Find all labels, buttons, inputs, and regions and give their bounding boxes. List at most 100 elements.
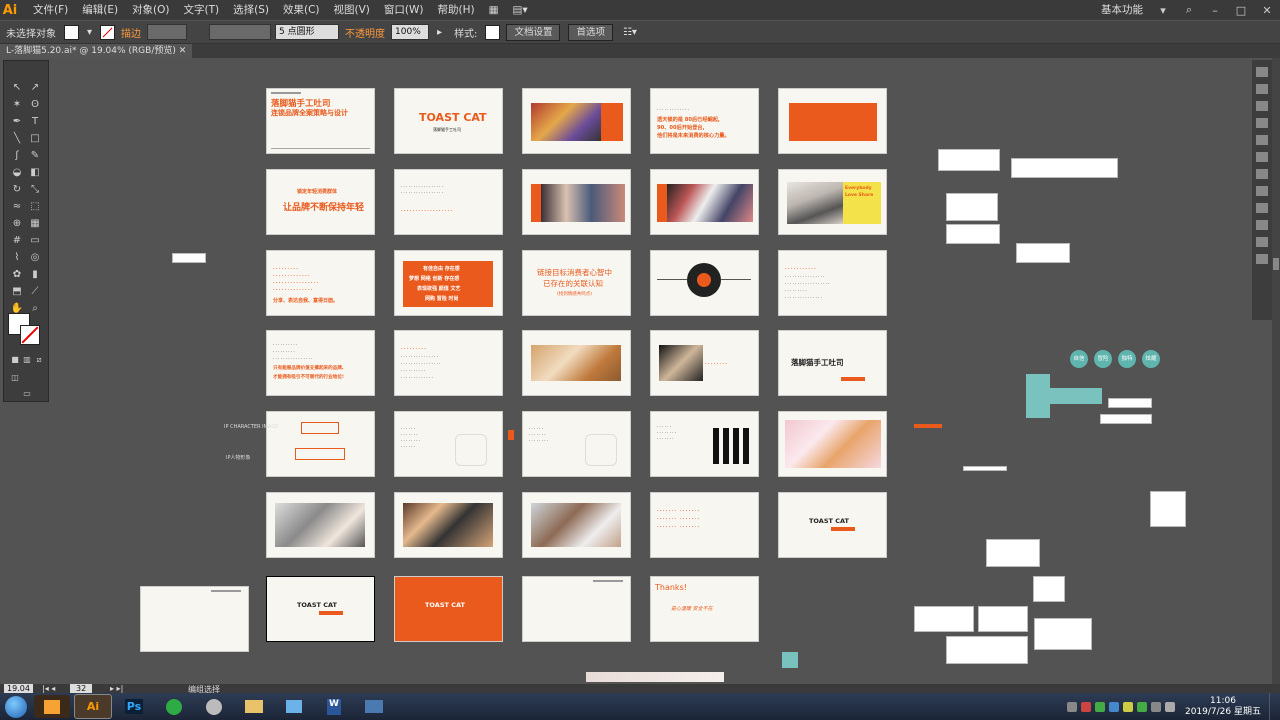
workspace-switcher[interactable]: 基本功能 (1094, 0, 1150, 20)
symbols-panel-icon[interactable] (1256, 135, 1268, 145)
artboard-35[interactable]: Thanks! 是心温暖 安全不在 (650, 576, 759, 642)
sticky-note[interactable] (1100, 414, 1152, 424)
graph-tool-icon[interactable]: ▮ (28, 268, 42, 282)
graphic-style-swatch[interactable] (485, 24, 501, 40)
line-tool-icon[interactable]: ╲ (10, 132, 24, 146)
zoom-tool-icon[interactable]: ⌕ (28, 302, 42, 316)
sticky-note[interactable] (1108, 398, 1152, 408)
arrange-documents-icon[interactable]: ▤▾ (506, 0, 535, 20)
sticky-note[interactable] (1033, 576, 1065, 602)
tray-icon[interactable] (1108, 701, 1119, 712)
selection-tool-icon[interactable]: ↖ (10, 81, 24, 95)
sticky-note[interactable] (1011, 158, 1118, 178)
artboard-13[interactable]: 链接目标消费者心智中 已存在的关联认知 (找到情感共鸣点) (522, 250, 631, 316)
sticky-note[interactable] (172, 253, 206, 263)
bridge-icon[interactable]: ▦ (482, 0, 506, 20)
tray-icon[interactable] (1066, 701, 1077, 712)
artboard-9[interactable] (650, 169, 759, 235)
lasso-tool-icon[interactable]: ʘ (28, 98, 42, 112)
stroke-swatch[interactable] (100, 24, 116, 40)
direct-selection-tool-icon[interactable]: ↗ (28, 81, 42, 95)
artboard-11[interactable]: · · · · · · · · · · · · · · · · · · · · ·… (266, 250, 375, 316)
gradient-tool-icon[interactable]: ▭ (28, 234, 42, 248)
workspace-dropdown-icon[interactable]: ▾ (1150, 0, 1176, 20)
stroke-label[interactable]: 描边 (117, 25, 145, 40)
artboard-3[interactable] (522, 88, 631, 154)
artboard-14[interactable] (650, 250, 759, 316)
menu-effect[interactable]: 效果(C) (276, 0, 327, 20)
slice-tool-icon[interactable]: ⟋ (28, 285, 42, 299)
brushes-panel-icon[interactable] (1256, 118, 1268, 128)
blend-tool-icon[interactable]: ◎ (28, 251, 42, 265)
clock[interactable]: 11:06 2019/7/26 星期五 (1177, 696, 1269, 718)
menu-type[interactable]: 文字(T) (177, 0, 227, 20)
artboard-31[interactable] (140, 586, 249, 652)
opacity-field[interactable]: 100% (391, 24, 430, 40)
graphic-styles-icon[interactable] (1256, 220, 1268, 230)
sticky-note[interactable] (986, 539, 1040, 567)
zoom-level[interactable]: 19.04 (4, 684, 33, 693)
shape-builder-icon[interactable]: ⊕ (10, 217, 24, 231)
gradient-panel-icon[interactable] (1256, 169, 1268, 179)
tray-icon[interactable] (1080, 701, 1091, 712)
artboard-15[interactable]: · · · · · · · · · · · · · · · · · · · · … (778, 250, 887, 316)
sticky-note[interactable] (1016, 243, 1070, 263)
variable-width-profile[interactable] (209, 24, 272, 40)
mesh-tool-icon[interactable]: # (10, 234, 24, 248)
eyedropper-icon[interactable]: ⌇ (10, 251, 24, 265)
artboard-28[interactable] (522, 492, 631, 558)
artboard-17[interactable]: · · · · · · · · · · · · · · · · · · · · … (394, 330, 503, 396)
artboard-partial[interactable] (586, 672, 724, 682)
artboard-nav-next-icon[interactable]: ▸ ▸| (110, 684, 123, 693)
show-desktop-button[interactable] (1269, 693, 1280, 720)
artboard-4[interactable]: · · · · · · · · · · · · · 透天锁的是 80后已经崛起,… (650, 88, 759, 154)
tray-icon[interactable] (1094, 701, 1105, 712)
artboard-19[interactable]: · · · · · · · · (650, 330, 759, 396)
stroke-weight-field[interactable] (147, 24, 188, 40)
preferences-button[interactable]: 首选项 (568, 23, 613, 41)
rectangle-tool-icon[interactable]: □ (28, 132, 42, 146)
fill-dropdown-icon[interactable]: ▾ (81, 27, 98, 38)
artboard-22[interactable]: · · · · · · · · · · · · · · · · · · · · · ·… (394, 411, 503, 477)
canvas[interactable]: 落脚猫手工吐司 连锁品牌全案策略与设计 TOAST CAT 落脚猫手工吐司 · … (48, 58, 1244, 684)
artboard-32[interactable]: TOAST CAT (266, 576, 375, 642)
menu-edit[interactable]: 编辑(E) (75, 0, 125, 20)
sticky-note[interactable] (946, 193, 998, 221)
artboards-panel-icon[interactable] (1256, 254, 1268, 264)
color-panel-icon[interactable] (1256, 67, 1268, 77)
taskbar-app-blue[interactable] (276, 695, 312, 718)
taskbar-app-circle[interactable] (196, 695, 232, 718)
layers-panel-icon[interactable] (1256, 237, 1268, 247)
paintbrush-icon[interactable]: ʃ (10, 149, 24, 163)
artboard-21[interactable] (266, 411, 375, 477)
screen-mode-icon[interactable]: ▭ (20, 387, 34, 401)
taskbar-browser[interactable] (156, 695, 192, 718)
taskbar-explorer[interactable] (236, 695, 272, 718)
opacity-label[interactable]: 不透明度 (341, 25, 389, 40)
type-tool-icon[interactable]: T (28, 115, 42, 129)
artboard-nav-icon[interactable]: |◂ ◂ (42, 684, 55, 693)
panel-menu-icon[interactable]: ☷▾ (617, 27, 643, 38)
taskbar-word[interactable]: W (316, 695, 352, 718)
eraser-tool-icon[interactable]: ◧ (28, 166, 42, 180)
artboard-6[interactable]: 锁定年轻消费群体 让品牌不断保持年轻 (266, 169, 375, 235)
artboard-16[interactable]: · · · · · · · · · · · · · · · · · · · · · … (266, 330, 375, 396)
menu-help[interactable]: 帮助(H) (431, 0, 482, 20)
artboard-26[interactable] (266, 492, 375, 558)
stroke-panel-icon[interactable] (1256, 152, 1268, 162)
document-setup-button[interactable]: 文档设置 (506, 23, 561, 41)
rotate-tool-icon[interactable]: ↻ (10, 183, 24, 197)
close-tab-icon[interactable]: ✕ (179, 46, 187, 56)
close-icon[interactable]: ✕ (1254, 0, 1280, 20)
magic-wand-icon[interactable]: ✶ (10, 98, 24, 112)
artboard-tool-icon[interactable]: ⬒ (10, 285, 24, 299)
artboard-2[interactable]: TOAST CAT 落脚猫手工吐司 (394, 88, 503, 154)
minimize-icon[interactable]: – (1202, 0, 1228, 20)
menu-file[interactable]: 文件(F) (26, 0, 75, 20)
sticky-note[interactable] (946, 224, 1000, 244)
artboard-33[interactable]: TOAST CAT (394, 576, 503, 642)
pen-tool-icon[interactable]: ✒ (10, 115, 24, 129)
appearance-panel-icon[interactable] (1256, 203, 1268, 213)
tray-icon[interactable] (1136, 701, 1147, 712)
menu-select[interactable]: 选择(S) (226, 0, 276, 20)
